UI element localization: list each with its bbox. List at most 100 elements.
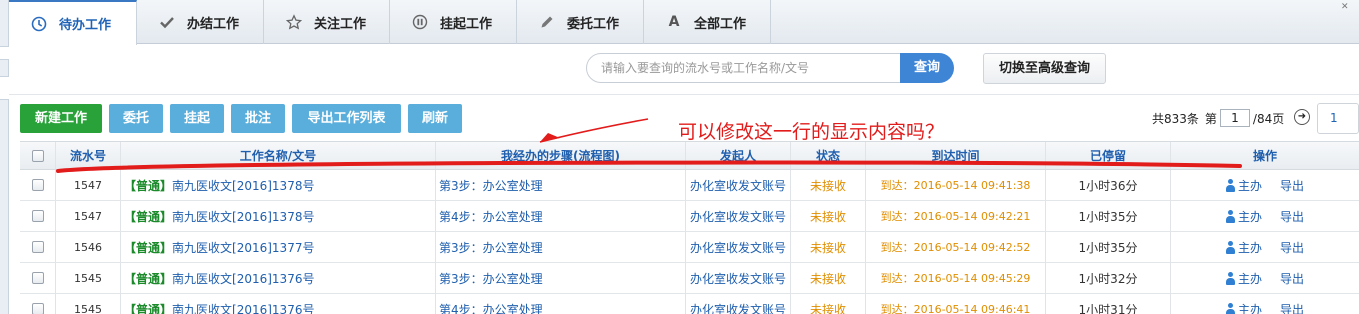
- work-name-link[interactable]: 南九医收文[2016]1377号: [172, 239, 314, 256]
- priority-tag: 【普通】: [124, 302, 173, 314]
- suspend-button[interactable]: 挂起: [170, 104, 224, 133]
- work-name-cell: 【普通】 南九医收文[2016]1376号: [121, 294, 436, 314]
- search-button[interactable]: 查询: [900, 53, 954, 83]
- person-icon: [1225, 302, 1235, 314]
- work-name-link[interactable]: 南九医收文[2016]1376号: [172, 301, 314, 314]
- tab-label: 办结工作: [187, 16, 240, 32]
- arrival-time: 到达：2016-05-14 09:45:29: [866, 263, 1046, 293]
- table-row[interactable]: 1545 【普通】 南九医收文[2016]1376号 第3步：办公室处理 办化室收发文账…: [20, 263, 1359, 294]
- arrival-time: 到达：2016-05-14 09:41:38: [866, 170, 1046, 200]
- tab-label: 关注工作: [314, 16, 367, 32]
- row-checkbox[interactable]: [31, 272, 44, 284]
- header-initiator[interactable]: 发起人: [686, 142, 791, 169]
- row-checkbox-cell: [20, 232, 56, 262]
- priority-tag: 【普通】: [124, 178, 173, 193]
- handle-button[interactable]: 主办: [1225, 177, 1262, 194]
- row-checkbox[interactable]: [31, 210, 44, 222]
- page-size-box[interactable]: 1: [1317, 103, 1359, 134]
- step-link[interactable]: 第3步：办公室处理: [436, 232, 686, 262]
- header-status[interactable]: 状态: [791, 142, 866, 169]
- work-table: 流水号 工作名称/文号 我经办的步骤(流程图) 发起人 状态 到达时间 已停留 …: [20, 141, 1359, 314]
- serial-number: 1547: [56, 201, 121, 231]
- header-stay[interactable]: 已停留: [1046, 142, 1171, 169]
- select-all-checkbox[interactable]: [31, 149, 44, 162]
- row-checkbox[interactable]: [31, 179, 44, 191]
- header-my-step[interactable]: 我经办的步骤(流程图): [436, 142, 686, 169]
- status-badge: 未接收: [791, 232, 866, 262]
- initiator: 办化室收发文账号: [686, 201, 791, 231]
- tab-pending-work[interactable]: 待办工作: [9, 0, 137, 45]
- work-name-link[interactable]: 南九医收文[2016]1378号: [172, 208, 314, 225]
- tab-all-work[interactable]: A 全部工作: [644, 0, 771, 44]
- search-input[interactable]: 请输入要查询的流水号或工作名称/文号: [586, 53, 902, 83]
- table-row[interactable]: 1545 【普通】 南九医收文[2016]1376号 第4步：办公室处理 办化室收发文账…: [20, 294, 1359, 314]
- handle-label: 主办: [1237, 178, 1262, 193]
- header-arrival-time[interactable]: 到达时间: [866, 142, 1046, 169]
- row-checkbox[interactable]: [31, 303, 44, 314]
- export-button[interactable]: 导出: [1280, 270, 1304, 287]
- work-name-cell: 【普通】 南九医收文[2016]1377号: [121, 232, 436, 262]
- divider: [9, 94, 1359, 95]
- actions-cell: 主办 导出: [1171, 294, 1359, 314]
- handle-label: 主办: [1237, 302, 1262, 314]
- header-work-name[interactable]: 工作名称/文号: [121, 142, 436, 169]
- handle-label: 主办: [1237, 240, 1262, 255]
- tab-label: 挂起工作: [440, 16, 493, 32]
- table-body: 1547 【普通】 南九医收文[2016]1378号 第3步：办公室处理 办化室收发文账…: [20, 170, 1359, 314]
- step-link[interactable]: 第4步：办公室处理: [436, 294, 686, 314]
- step-link[interactable]: 第4步：办公室处理: [436, 201, 686, 231]
- go-page-icon[interactable]: ➜: [1294, 109, 1310, 125]
- annotation-text: 可以修改这一行的显示内容吗？: [678, 121, 945, 143]
- select-all-checkbox-cell: [20, 142, 56, 169]
- tab-finished-work[interactable]: 办结工作: [137, 0, 264, 44]
- letter-a-icon: A: [668, 14, 680, 30]
- close-icon[interactable]: ✕: [1341, 2, 1353, 12]
- table-row[interactable]: 1547 【普通】 南九医收文[2016]1378号 第4步：办公室处理 办化室收发文账…: [20, 201, 1359, 232]
- table-row[interactable]: 1546 【普通】 南九医收文[2016]1377号 第3步：办公室处理 办化室收发文账…: [20, 232, 1359, 263]
- actions-cell: 主办 导出: [1171, 170, 1359, 200]
- table-row[interactable]: 1547 【普通】 南九医收文[2016]1378号 第3步：办公室处理 办化室收发文账…: [20, 170, 1359, 201]
- serial-number: 1545: [56, 263, 121, 293]
- tab-delegated-work[interactable]: 委托工作: [517, 0, 644, 44]
- row-checkbox[interactable]: [31, 241, 44, 253]
- header-serial[interactable]: 流水号: [56, 142, 121, 169]
- step-link[interactable]: 第3步：办公室处理: [436, 170, 686, 200]
- row-checkbox-cell: [20, 201, 56, 231]
- clock-icon: [31, 16, 47, 32]
- handle-button[interactable]: 主办: [1225, 270, 1262, 287]
- arrival-time: 到达：2016-05-14 09:42:52: [866, 232, 1046, 262]
- page-number-input[interactable]: 1: [1219, 109, 1250, 127]
- export-button[interactable]: 导出: [1280, 301, 1304, 314]
- tab-label: 委托工作: [567, 16, 620, 32]
- left-frame-block: [0, 46, 9, 60]
- export-button[interactable]: 导出: [1280, 177, 1304, 194]
- tab-suspended-work[interactable]: 挂起工作: [390, 0, 517, 44]
- export-button[interactable]: 导出: [1280, 208, 1304, 225]
- table-header-row: 流水号 工作名称/文号 我经办的步骤(流程图) 发起人 状态 到达时间 已停留 …: [20, 141, 1359, 170]
- handle-button[interactable]: 主办: [1225, 208, 1262, 225]
- new-work-button[interactable]: 新建工作: [20, 104, 102, 133]
- refresh-button[interactable]: 刷新: [408, 104, 462, 133]
- advanced-search-button[interactable]: 切换至高级查询: [983, 53, 1106, 84]
- delegate-button[interactable]: 委托: [109, 104, 163, 133]
- total-count: 共833条: [1152, 111, 1199, 126]
- tab-label: 全部工作: [694, 16, 747, 32]
- priority-tag: 【普通】: [124, 209, 173, 224]
- actions-cell: 主办 导出: [1171, 232, 1359, 262]
- handle-button[interactable]: 主办: [1225, 239, 1262, 256]
- tab-followed-work[interactable]: 关注工作: [264, 0, 390, 44]
- annotate-button[interactable]: 批注: [231, 104, 285, 133]
- row-checkbox-cell: [20, 263, 56, 293]
- handle-label: 主办: [1237, 209, 1262, 224]
- left-frame-edge: [0, 0, 9, 314]
- work-name-link[interactable]: 南九医收文[2016]1376号: [172, 270, 314, 287]
- work-name-link[interactable]: 南九医收文[2016]1378号: [172, 177, 314, 194]
- export-list-button[interactable]: 导出工作列表: [292, 104, 401, 133]
- status-badge: 未接收: [791, 170, 866, 200]
- step-link[interactable]: 第3步：办公室处理: [436, 263, 686, 293]
- header-actions: 操作: [1252, 149, 1277, 163]
- person-icon: [1225, 240, 1235, 254]
- pause-icon: [412, 14, 428, 30]
- handle-button[interactable]: 主办: [1225, 301, 1262, 314]
- export-button[interactable]: 导出: [1280, 239, 1304, 256]
